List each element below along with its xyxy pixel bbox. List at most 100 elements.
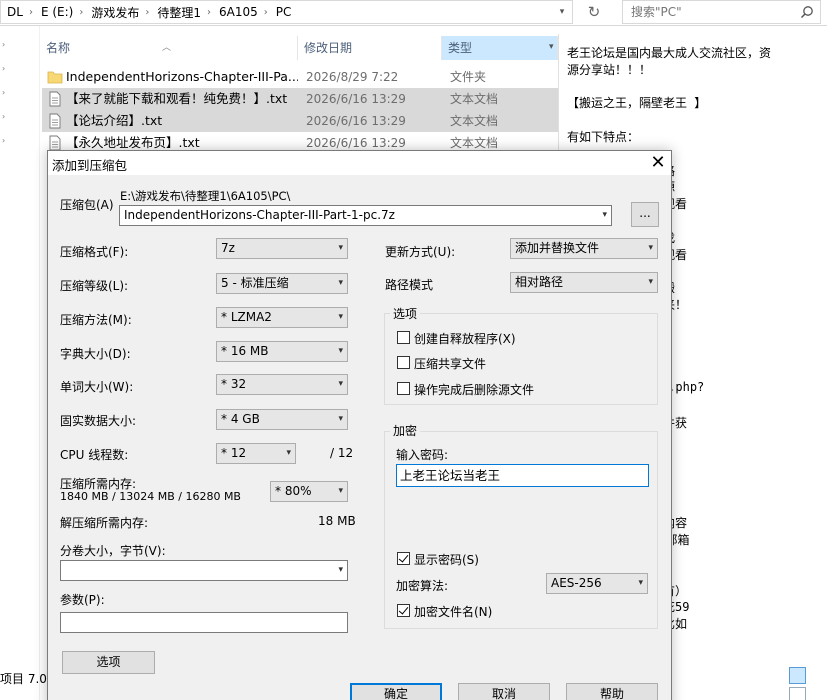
- chevron-right-icon[interactable]: ›: [2, 112, 10, 121]
- method-label: 压缩方法(M):: [60, 313, 132, 327]
- chevron-down-icon: ▾: [286, 448, 291, 458]
- chevron-right-icon: ›: [206, 6, 211, 18]
- options-button[interactable]: 选项: [62, 651, 155, 674]
- help-button[interactable]: 帮助: [566, 683, 658, 700]
- sfx-label[interactable]: 创建自释放程序(X): [414, 330, 516, 347]
- parameters-input[interactable]: [60, 612, 348, 633]
- password-label: 输入密码:: [396, 448, 449, 462]
- shared-files-label[interactable]: 压缩共享文件: [414, 355, 486, 372]
- encrypt-names-checkbox[interactable]: [397, 604, 410, 617]
- chevron-down-icon: ▾: [338, 243, 343, 253]
- update-mode-label: 更新方式(U):: [385, 245, 456, 259]
- chevron-right-icon: ›: [79, 6, 84, 18]
- dialog-title: 添加到压缩包: [52, 158, 128, 173]
- search-icon[interactable]: [800, 5, 814, 19]
- shared-files-checkbox[interactable]: [397, 356, 410, 369]
- breadcrumb-item[interactable]: 游戏发布: [85, 4, 143, 21]
- path-mode-select[interactable]: 相对路径 ▾: [510, 272, 658, 293]
- solid-block-value: * 4 GB: [221, 412, 260, 426]
- cancel-button[interactable]: 取消: [458, 683, 550, 700]
- refresh-icon[interactable]: ↻: [582, 0, 606, 24]
- browse-button[interactable]: ...: [631, 202, 659, 227]
- breadcrumb-item[interactable]: 待整理1: [151, 4, 205, 21]
- chevron-right-icon[interactable]: ›: [2, 136, 10, 145]
- file-date: 2026/6/16 13:29: [306, 92, 406, 106]
- ok-button[interactable]: 确定: [350, 683, 442, 700]
- update-mode-select[interactable]: 添加并替换文件 ▾: [510, 238, 658, 259]
- encrypt-names-label[interactable]: 加密文件名(N): [414, 603, 492, 620]
- chevron-down-icon: ▾: [338, 312, 343, 322]
- options-group-title: 选项: [390, 305, 421, 322]
- column-header-date[interactable]: 修改日期: [298, 36, 442, 60]
- address-bar: DL › E (E:) › 游戏发布 › 待整理1 › 6A105 › PC ▾…: [0, 0, 827, 26]
- text-file-icon: [49, 91, 61, 107]
- chevron-down-icon[interactable]: ▾: [602, 206, 607, 225]
- file-type: 文件夹: [450, 70, 487, 84]
- word-size-value: * 32: [221, 377, 247, 391]
- threads-value: * 12: [221, 446, 247, 460]
- chevron-right-icon[interactable]: ›: [2, 64, 10, 73]
- archive-label: 压缩包(A): [60, 198, 114, 212]
- file-date: 2026/8/29 7:22: [306, 70, 399, 84]
- breadcrumb-item[interactable]: DL: [1, 5, 27, 19]
- chevron-down-icon[interactable]: ▾: [555, 4, 569, 20]
- path-mode-value: 相对路径: [515, 275, 564, 289]
- format-select[interactable]: 7z ▾: [216, 238, 348, 259]
- show-password-checkbox[interactable]: [397, 552, 410, 565]
- password-input[interactable]: 上老王论坛当老王: [396, 464, 649, 487]
- format-label: 压缩格式(F):: [60, 245, 129, 259]
- memory-percent-select[interactable]: * 80% ▾: [270, 481, 348, 502]
- chevron-down-icon: ▾: [338, 346, 343, 356]
- encryption-method-select[interactable]: AES-256 ▾: [546, 573, 648, 594]
- breadcrumb-item[interactable]: E (E:): [35, 5, 77, 19]
- threads-select[interactable]: * 12 ▾: [216, 443, 296, 464]
- archive-name-combo[interactable]: IndependentHorizons-Chapter-III-Part-1-p…: [119, 205, 612, 226]
- encryption-group-title: 加密: [390, 422, 421, 439]
- format-value: 7z: [221, 241, 235, 255]
- search-input[interactable]: [631, 1, 801, 23]
- dialog-titlebar[interactable]: 添加到压缩包 ✕: [48, 151, 671, 175]
- delete-after-label[interactable]: 操作完成后删除源文件: [414, 381, 534, 398]
- level-value: 5 - 标准压缩: [221, 276, 289, 290]
- delete-after-checkbox[interactable]: [397, 382, 410, 395]
- view-switcher: [788, 667, 824, 700]
- file-type: 文本文档: [450, 114, 499, 128]
- search-box[interactable]: [622, 0, 821, 24]
- chevron-down-icon: ▾: [338, 379, 343, 389]
- chevron-down-icon: ▾: [338, 414, 343, 424]
- update-mode-value: 添加并替换文件: [515, 241, 600, 255]
- chevron-down-icon[interactable]: ▾: [549, 42, 554, 52]
- show-password-label[interactable]: 显示密码(S): [414, 551, 479, 568]
- text-file-icon: [49, 113, 61, 129]
- breadcrumb-item[interactable]: PC: [270, 5, 296, 19]
- breadcrumb[interactable]: DL › E (E:) › 游戏发布 › 待整理1 › 6A105 › PC: [0, 0, 573, 24]
- method-select[interactable]: * LZMA2 ▾: [216, 307, 348, 328]
- preview-line: 有如下特点：: [567, 130, 640, 144]
- level-select[interactable]: 5 - 标准压缩 ▾: [216, 273, 348, 294]
- close-icon[interactable]: ✕: [645, 151, 671, 175]
- encryption-method-label: 加密算法:: [396, 579, 449, 593]
- word-size-select[interactable]: * 32 ▾: [216, 374, 348, 395]
- chevron-right-icon[interactable]: ›: [2, 40, 10, 49]
- column-headers: 名称 ︿ 修改日期 类型 ▾: [40, 36, 558, 60]
- dictionary-select[interactable]: * 16 MB ▾: [216, 341, 348, 362]
- navigation-pane[interactable]: › › › › ›: [0, 26, 40, 700]
- chevron-down-icon: ▾: [338, 486, 343, 496]
- chevron-right-icon: ›: [263, 6, 268, 18]
- sfx-checkbox[interactable]: [397, 331, 410, 344]
- column-header-type[interactable]: 类型: [442, 36, 558, 60]
- chevron-right-icon[interactable]: ›: [2, 88, 10, 97]
- archive-name-value: IndependentHorizons-Chapter-III-Part-1-p…: [124, 208, 395, 222]
- file-row[interactable]: 【论坛介绍】.txt 2026/6/16 13:29 文本文档: [42, 110, 558, 132]
- details-view-icon[interactable]: [789, 667, 806, 684]
- level-label: 压缩等级(L):: [60, 279, 129, 293]
- breadcrumb-item[interactable]: 6A105: [213, 5, 262, 19]
- chevron-down-icon: ▾: [648, 277, 653, 287]
- large-icons-view-icon[interactable]: [789, 687, 806, 700]
- file-row[interactable]: IndependentHorizons-Chapter-III-Pa... 202…: [42, 66, 558, 88]
- solid-block-select[interactable]: * 4 GB ▾: [216, 409, 348, 430]
- split-volume-combo[interactable]: ▾: [60, 560, 348, 581]
- split-volume-label: 分卷大小，字节(V):: [60, 544, 166, 558]
- file-row[interactable]: 【来了就能下载和观看！纯免费！】.txt 2026/6/16 13:29 文本文档: [42, 88, 558, 110]
- sort-up-icon: ︿: [162, 43, 172, 53]
